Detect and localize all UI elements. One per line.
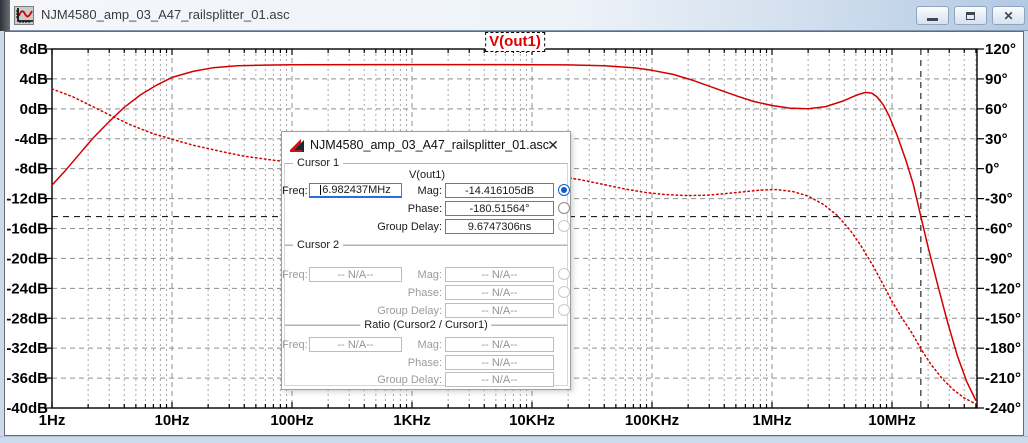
cursor1-group-delay-value[interactable]: 9.6747306ns [445,219,554,234]
ratio-phase-label: Phase: [407,357,442,369]
cursor1-mag-value[interactable]: -14.416105dB [445,183,554,198]
svg-text:0°: 0° [985,161,999,178]
svg-text:10KHz: 10KHz [509,412,555,429]
ratio-group-delay-label: Group Delay: [377,374,442,386]
svg-text:-28dB: -28dB [6,310,48,327]
ltspice-window: { "window": { "title": "NJM4580_amp_03_A… [0,0,1028,443]
svg-text:8dB: 8dB [20,41,49,58]
svg-text:-32dB: -32dB [6,340,48,357]
svg-text:-24dB: -24dB [6,280,48,297]
svg-text:-120°: -120° [985,280,1021,297]
cursor-dialog-close-button[interactable]: ✕ [544,136,562,154]
cursor2-group-delay-label: Group Delay: [377,305,442,317]
svg-text:-36dB: -36dB [6,370,48,387]
svg-text:-60°: -60° [985,221,1013,238]
svg-text:60°: 60° [985,101,1008,118]
cursor-dialog-titlebar[interactable]: NJM4580_amp_03_A47_railsplitter_01.asc ✕ [282,132,570,159]
y-right-labels: 120° 90° 60° 30° 0° -30° -60° -90° -120° -150° -18… [985,41,1021,417]
cursor1-legend: Cursor 1 [293,157,344,169]
close-button[interactable]: ✕ [992,6,1025,25]
svg-text:4dB: 4dB [20,71,49,88]
cursor1-phase-radio[interactable] [558,202,570,214]
cursor2-legend: Cursor 2 [293,239,344,251]
cursor1-freq-label: Freq: [282,185,308,197]
svg-text:-240°: -240° [985,400,1021,417]
svg-text:100Hz: 100Hz [270,412,313,429]
waveform-icon [14,6,34,25]
svg-text:0dB: 0dB [20,101,49,118]
cursor1-mag-label: Mag: [417,185,442,197]
svg-text:90°: 90° [985,71,1008,88]
svg-text:-150°: -150° [985,310,1021,327]
svg-text:-8dB: -8dB [15,161,49,178]
y-left-labels: 8dB 4dB 0dB -4dB -8dB -12dB -16dB -20dB -24dB -28… [6,41,48,417]
cursor1-trace-name: V(out1) [408,169,446,181]
ratio-group-delay-value: -- N/A-- [445,372,554,387]
svg-text:-16dB: -16dB [6,221,48,238]
restore-icon [966,11,975,20]
svg-text:-90°: -90° [985,250,1013,267]
restore-button[interactable] [954,6,987,25]
window-frame-left [0,31,4,443]
cursor2-mag-value: -- N/A-- [445,267,554,282]
text-caret [320,185,322,195]
ratio-legend: Ratio (Cursor2 / Cursor1) [360,319,492,331]
cursor1-group-delay-radio [558,220,570,232]
svg-text:1Hz: 1Hz [39,412,66,429]
cursor2-freq-label: Freq: [282,269,308,281]
svg-text:100KHz: 100KHz [625,412,679,429]
cursor-dialog[interactable]: NJM4580_amp_03_A47_railsplitter_01.asc ✕… [281,131,571,390]
svg-text:1KHz: 1KHz [393,412,431,429]
window-title: NJM4580_amp_03_A47_railsplitter_01.asc [41,7,290,22]
svg-text:10Hz: 10Hz [154,412,189,429]
minimize-icon [927,17,938,21]
cursor2-group-delay-radio [558,304,570,316]
svg-text:-180°: -180° [985,340,1021,357]
ratio-phase-value: -- N/A-- [445,355,554,370]
ratio-freq-label: Freq: [282,339,308,351]
ltspice-logo-icon [290,139,304,152]
ratio-mag-value: -- N/A-- [445,337,554,352]
cursor1-mag-radio[interactable] [558,184,570,196]
svg-text:-4dB: -4dB [15,131,49,148]
titlebar-corner-strip [0,0,10,31]
cursor1-group-delay-label: Group Delay: [377,221,442,233]
ratio-mag-label: Mag: [417,339,442,351]
cursor2-phase-label: Phase: [407,287,442,299]
window-frame-right [1024,31,1028,443]
cursor1-phase-label: Phase: [407,203,442,215]
svg-text:30°: 30° [985,131,1008,148]
cursor2-phase-radio [558,286,570,298]
x-axis-labels: 1Hz 10Hz 100Hz 1KHz 10KHz 100KHz 1MHz 10MHz [39,412,916,429]
svg-text:-30°: -30° [985,191,1013,208]
close-icon: ✕ [1003,8,1014,23]
svg-text:1MHz: 1MHz [752,412,791,429]
window-titlebar[interactable]: NJM4580_amp_03_A47_railsplitter_01.asc ✕ [0,0,1028,31]
cursor2-mag-label: Mag: [417,269,442,281]
svg-text:-20dB: -20dB [6,250,48,267]
cursor2-mag-radio [558,268,570,280]
svg-text:10MHz: 10MHz [868,412,916,429]
minimize-button[interactable] [916,6,949,25]
cursor1-phase-value[interactable]: -180.51564° [445,201,554,216]
cursor2-group-delay-value: -- N/A-- [445,303,554,318]
svg-text:120°: 120° [985,41,1016,58]
window-frame-bottom [0,436,1028,443]
cursor-dialog-title: NJM4580_amp_03_A47_railsplitter_01.asc [310,138,550,152]
svg-text:-12dB: -12dB [6,191,48,208]
trace-label[interactable]: V(out1) [485,32,545,52]
cursor2-phase-value: -- N/A-- [445,285,554,300]
svg-text:-210°: -210° [985,370,1021,387]
